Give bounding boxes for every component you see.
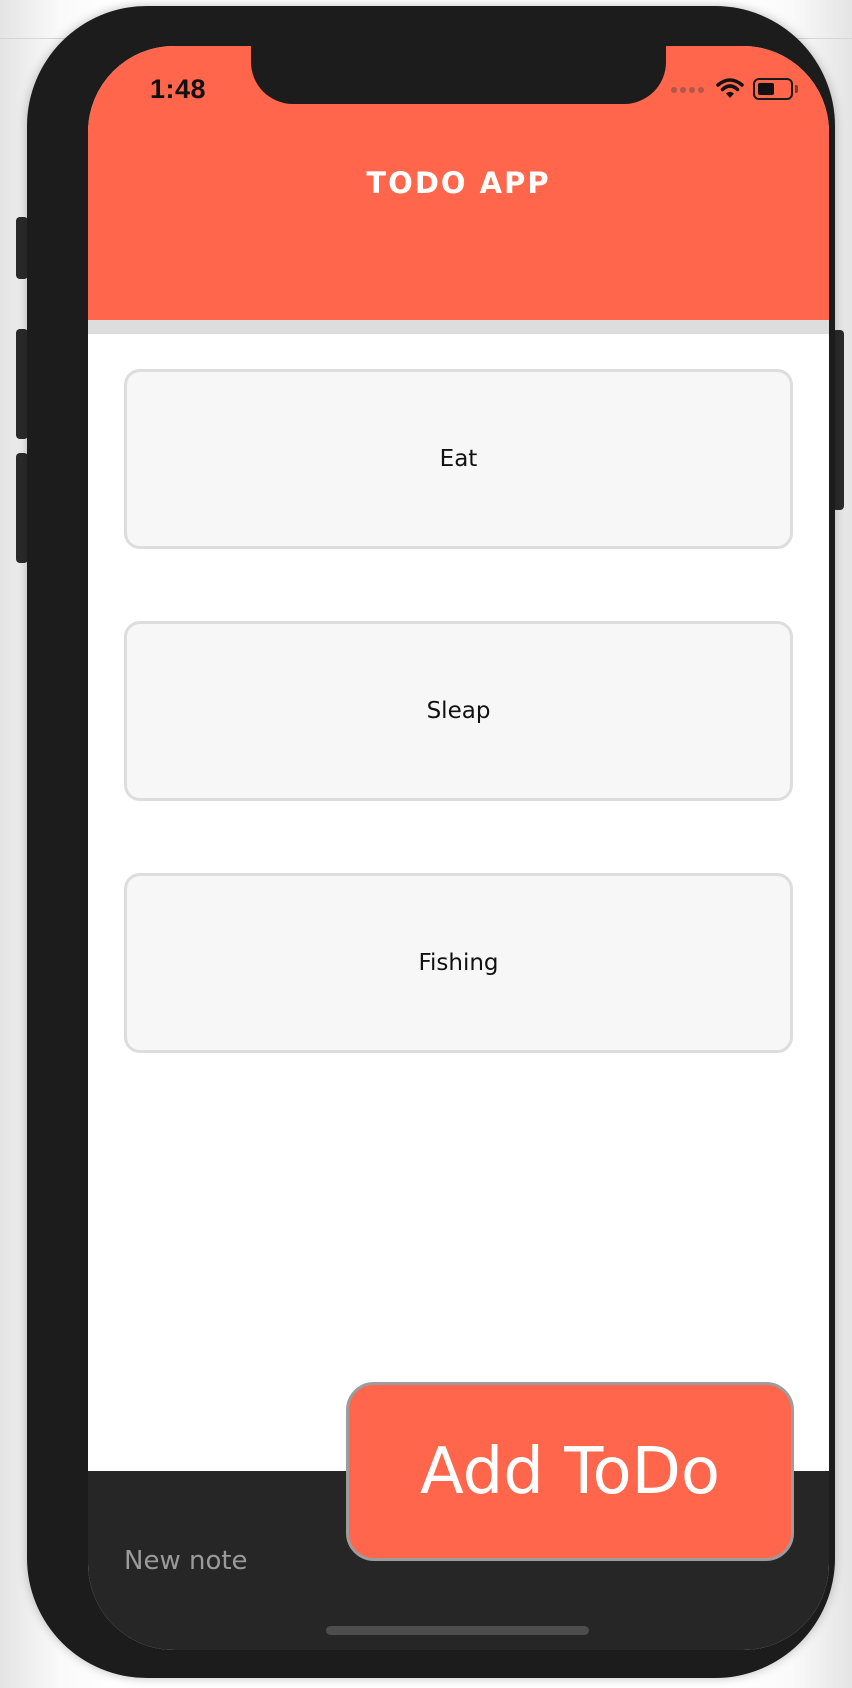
status-indicators [671, 76, 801, 102]
battery-icon [753, 78, 793, 100]
page-title: TODO APP [366, 166, 551, 200]
add-todo-button[interactable]: Add ToDo [346, 1382, 794, 1561]
status-time: 1:48 [150, 74, 207, 104]
phone-frame: 1:48 TODO APP Eat Sleap Fishing New note… [27, 6, 835, 1678]
todo-item[interactable]: Eat [124, 369, 793, 549]
battery-level [758, 83, 774, 95]
new-note-input[interactable] [124, 1541, 384, 1581]
app-header: 1:48 TODO APP [88, 46, 829, 320]
todo-item-label: Sleap [426, 698, 491, 724]
phone-notch [251, 46, 666, 104]
todo-item-label: Fishing [418, 950, 499, 976]
header-divider [88, 320, 829, 334]
todo-item[interactable]: Fishing [124, 873, 793, 1053]
wifi-icon [716, 78, 744, 98]
battery-tip [795, 85, 798, 93]
home-indicator[interactable] [326, 1626, 589, 1635]
todo-item-label: Eat [439, 446, 478, 472]
cellular-signal-icon [671, 87, 707, 93]
todo-item[interactable]: Sleap [124, 621, 793, 801]
phone-screen: 1:48 TODO APP Eat Sleap Fishing New note… [88, 46, 829, 1650]
